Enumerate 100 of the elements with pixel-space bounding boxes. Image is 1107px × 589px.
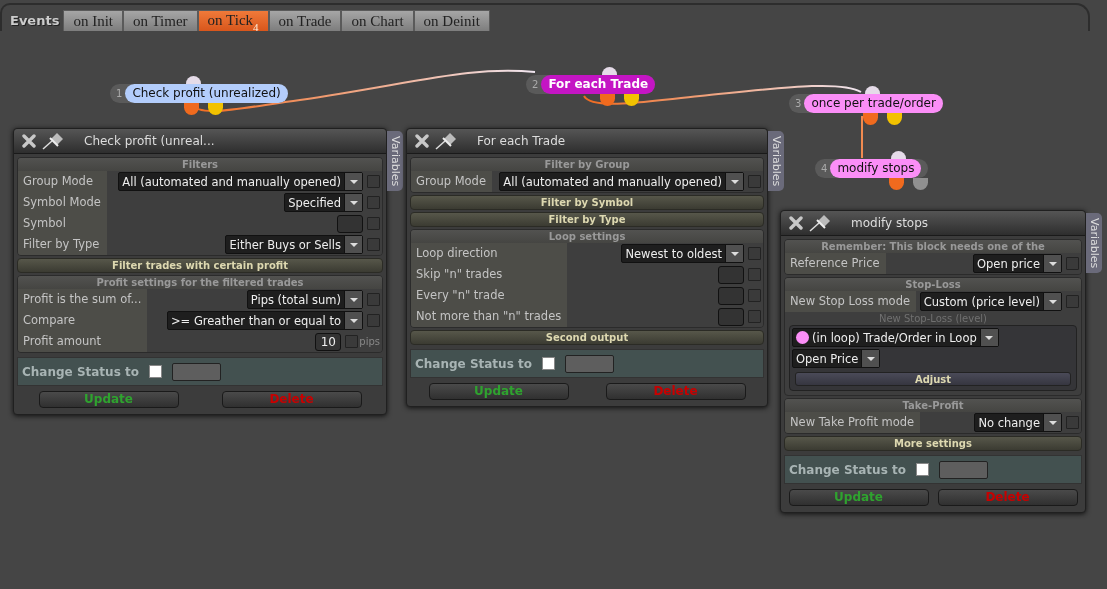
checkbox[interactable] [345, 335, 359, 348]
dropdown[interactable]: Open price [973, 254, 1062, 273]
event-tab[interactable]: on Init [63, 10, 123, 31]
status-field[interactable] [938, 460, 988, 479]
variables-tab[interactable]: Variables [768, 131, 784, 191]
variables-tab[interactable]: Variables [387, 131, 403, 191]
caret-icon[interactable] [344, 173, 362, 190]
output-port[interactable] [889, 178, 904, 190]
checkbox[interactable] [748, 247, 761, 260]
checkbox[interactable] [1066, 257, 1079, 270]
section-header[interactable]: Filter by Type [410, 212, 764, 227]
dropdown[interactable]: Specified [284, 193, 363, 212]
dropdown[interactable]: Open Price [792, 349, 881, 368]
output-port[interactable] [624, 94, 639, 106]
caret-icon[interactable] [725, 245, 743, 262]
flow-node[interactable]: 4 modify stops [815, 159, 928, 178]
close-icon[interactable] [789, 216, 803, 230]
group-title: Profit settings for the filtered trades [18, 276, 382, 289]
checkbox[interactable] [915, 463, 929, 476]
update-button[interactable]: Update [788, 489, 929, 506]
close-icon[interactable] [415, 134, 429, 148]
dropdown[interactable]: Either Buys or Sells [225, 235, 363, 254]
caret-icon[interactable] [725, 173, 743, 190]
checkbox[interactable] [748, 310, 761, 323]
pin-icon[interactable] [42, 132, 64, 150]
unit-label: pips [359, 336, 380, 347]
checkbox[interactable] [367, 314, 380, 327]
flow-node[interactable]: 3 once per trade/order [789, 94, 943, 113]
dropdown[interactable]: All (automated and manually opened) [118, 172, 363, 191]
dropdown[interactable]: (in loop) Trade/Order in Loop [792, 328, 999, 347]
events-label: Events [10, 13, 61, 30]
caret-icon[interactable] [344, 236, 362, 253]
caret-icon[interactable] [344, 312, 362, 329]
field-label: Compare [18, 310, 148, 331]
adjust-button[interactable]: Adjust [795, 372, 1071, 386]
section-header[interactable]: Filter trades with certain profit [17, 258, 383, 273]
field-label: Loop direction [411, 243, 568, 264]
input-field[interactable] [718, 286, 744, 305]
output-port[interactable] [184, 103, 199, 115]
checkbox[interactable] [148, 365, 162, 378]
dropdown[interactable]: >= Greather than or equal to [167, 311, 363, 330]
checkbox[interactable] [367, 196, 380, 209]
output-port[interactable] [863, 113, 878, 125]
caret-icon[interactable] [861, 350, 880, 367]
event-tab[interactable]: on Trade [268, 10, 342, 31]
output-port[interactable] [887, 113, 902, 125]
section-header[interactable]: Second output [410, 330, 764, 345]
pin-icon[interactable] [435, 132, 457, 150]
field-label: Group Mode [18, 171, 107, 192]
field-label: Symbol Mode [18, 192, 107, 213]
event-tab[interactable]: on Timer [123, 10, 198, 31]
checkbox[interactable] [1066, 295, 1079, 308]
caret-icon[interactable] [1043, 255, 1061, 272]
update-button[interactable]: Update [428, 383, 569, 400]
status-label: Change Status to [789, 462, 906, 477]
checkbox[interactable] [1066, 416, 1079, 429]
checkbox[interactable] [748, 175, 761, 188]
caret-icon[interactable] [344, 291, 362, 308]
input-field[interactable] [718, 307, 744, 326]
panel-title: For each Trade [477, 134, 566, 148]
close-icon[interactable] [22, 134, 36, 148]
output-port[interactable] [600, 94, 615, 106]
dropdown[interactable]: No change [974, 413, 1062, 432]
field-label: Profit amount [18, 331, 148, 352]
checkbox[interactable] [367, 238, 380, 251]
section-header[interactable]: More settings [784, 436, 1082, 451]
dropdown[interactable]: Newest to oldest [621, 244, 744, 263]
checkbox[interactable] [367, 293, 380, 306]
event-tab[interactable]: on Tick$_{4}$ [197, 10, 269, 31]
dropdown[interactable]: All (automated and manually opened) [499, 172, 744, 191]
flow-node[interactable]: 2 For each Trade [526, 75, 656, 94]
caret-icon[interactable] [979, 329, 998, 346]
caret-icon[interactable] [344, 194, 362, 211]
field-label: Reference Price [785, 253, 886, 274]
pin-icon[interactable] [809, 214, 831, 232]
status-field[interactable] [564, 354, 614, 373]
input-field[interactable] [337, 214, 363, 233]
dropdown[interactable]: Custom (price level) [919, 292, 1062, 311]
update-button[interactable]: Update [38, 391, 179, 408]
output-port[interactable] [208, 103, 223, 115]
checkbox[interactable] [748, 268, 761, 281]
checkbox[interactable] [367, 175, 380, 188]
group-title: Filter by Group [411, 158, 763, 171]
checkbox[interactable] [541, 357, 555, 370]
group-title: Stop-Loss [785, 278, 1081, 291]
checkbox[interactable] [367, 217, 380, 230]
group-title: Filters [18, 158, 382, 171]
input-field[interactable] [718, 265, 744, 284]
event-tab[interactable]: on Deinit [413, 10, 490, 31]
dropdown[interactable]: Pips (total sum) [246, 290, 363, 309]
caret-icon[interactable] [1043, 293, 1061, 310]
status-field[interactable] [171, 362, 221, 381]
flow-node[interactable]: 1 Check profit (unrealized) [110, 84, 288, 103]
checkbox[interactable] [748, 289, 761, 302]
input-field[interactable]: 10 [315, 332, 342, 351]
event-tab[interactable]: on Chart [341, 10, 414, 31]
caret-icon[interactable] [1043, 414, 1061, 431]
output-port[interactable] [913, 178, 928, 190]
variables-tab[interactable]: Variables [1086, 213, 1102, 273]
section-header[interactable]: Filter by Symbol [410, 195, 764, 210]
